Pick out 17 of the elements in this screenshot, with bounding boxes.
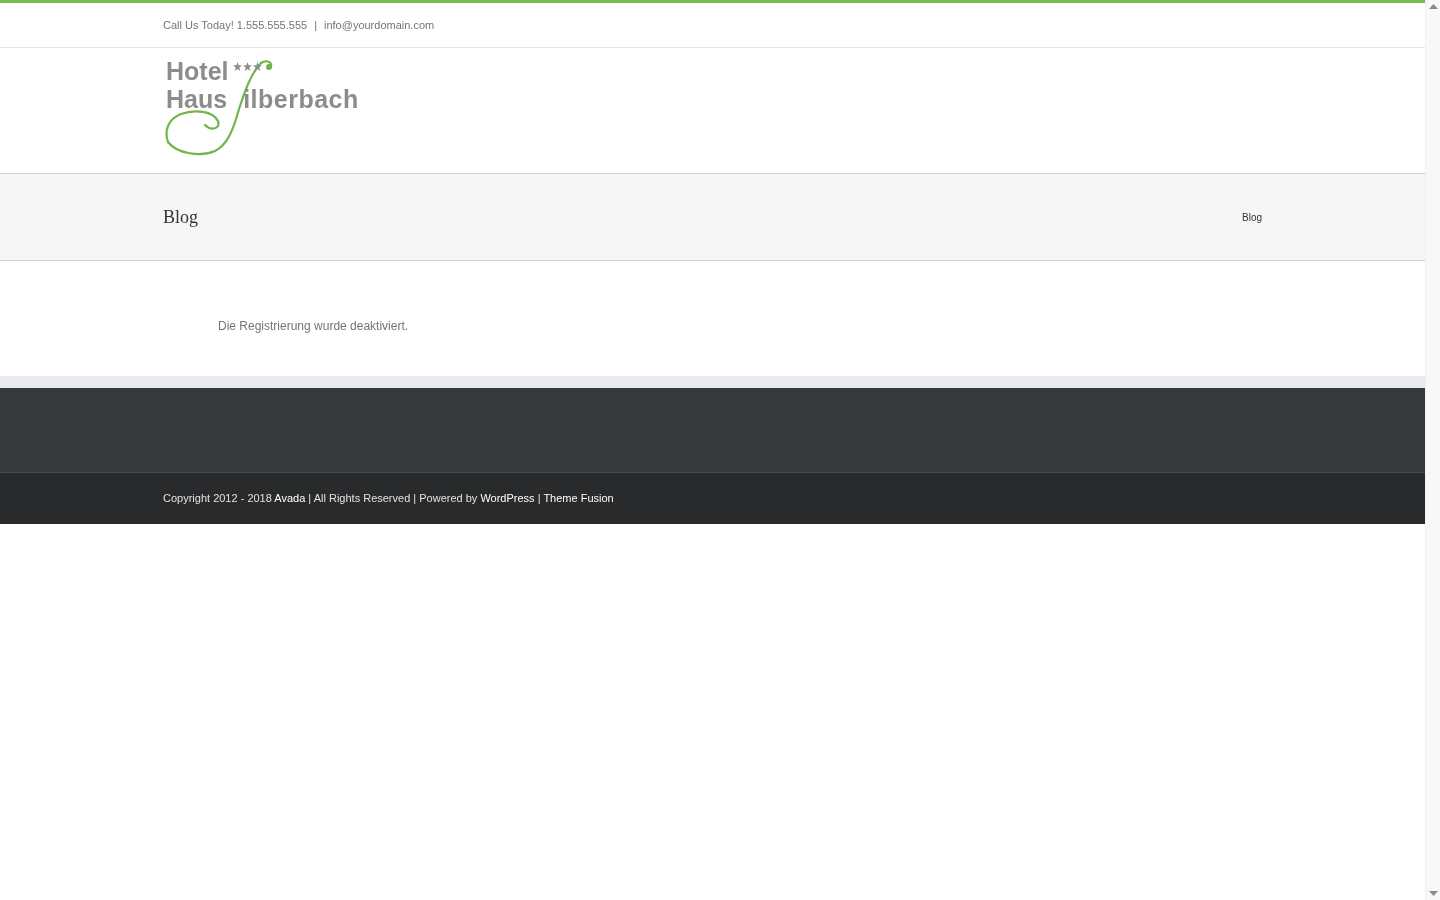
caret-up-icon[interactable]: [1428, 4, 1438, 9]
footer-link[interactable]: Theme Fusion: [543, 492, 614, 505]
separator-text: |: [314, 17, 317, 33]
footer-link[interactable]: Avada: [274, 492, 306, 505]
breadcrumb-text: Blog: [1242, 210, 1262, 225]
phone-text: Call Us Today! 1.555.555.555: [163, 17, 308, 33]
logo-text: ilberbach: [243, 85, 359, 113]
email-link[interactable]: info@yourdomain.com: [324, 16, 435, 34]
logo-text: Haus: [166, 85, 228, 113]
scrollbar[interactable]: [1425, 0, 1440, 900]
page-title: Blog: [163, 205, 198, 229]
logo-text: Hotel: [166, 57, 229, 85]
footer-link[interactable]: WordPress: [480, 492, 535, 505]
stars-icon: [232, 62, 263, 71]
caret-down-icon[interactable]: [1428, 891, 1438, 896]
copyright-text: Copyright 2012 - 2018 Avada | All Rights Reserved | Powered by WordPress | Theme Fusion: [163, 491, 614, 507]
message-text: Die Registrierung wurde deaktiviert.: [218, 318, 409, 335]
